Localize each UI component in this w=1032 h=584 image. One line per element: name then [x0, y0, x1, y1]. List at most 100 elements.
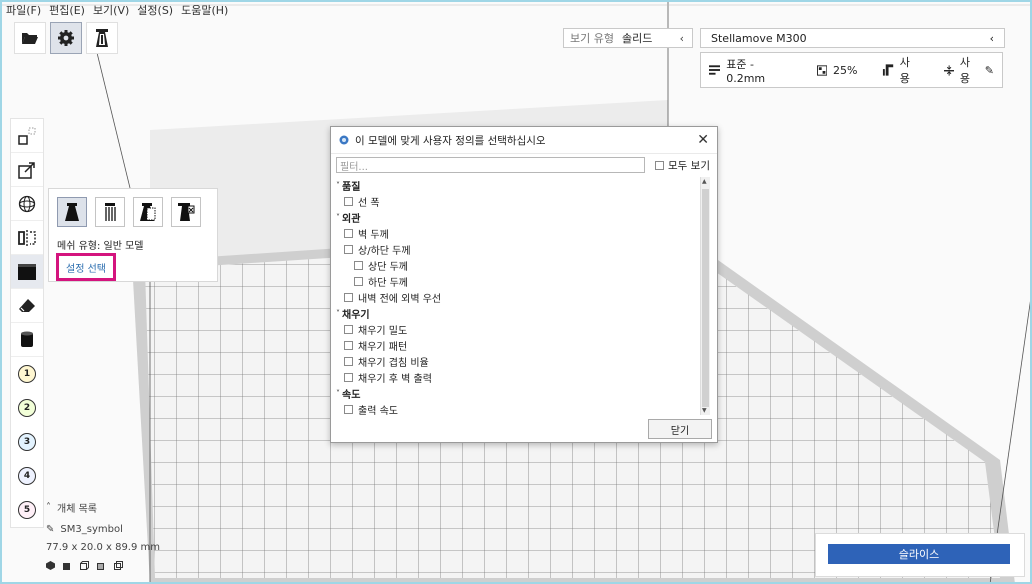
settings-category-label: 채우기: [342, 309, 370, 321]
printer-name: Stellamove M300: [711, 31, 807, 45]
setting-item[interactable]: 선 폭: [336, 193, 700, 209]
view-right-icon[interactable]: [114, 560, 123, 570]
setting-checkbox[interactable]: [344, 292, 353, 302]
show-all-check[interactable]: [655, 161, 664, 170]
scrollbar-thumb[interactable]: [702, 189, 709, 407]
setting-item[interactable]: 출력 속도: [336, 401, 700, 415]
open-file-button[interactable]: [14, 22, 46, 54]
setting-checkbox[interactable]: [344, 324, 353, 334]
rotate-icon: [18, 195, 36, 212]
menu-settings[interactable]: 설정(S): [137, 2, 173, 18]
setting-item-label: 하단 두께: [368, 277, 408, 289]
settings-category[interactable]: ˅ 속도: [336, 385, 700, 401]
chevron-left-icon: ‹: [679, 31, 684, 45]
support-blocker-tool[interactable]: [11, 289, 43, 323]
setting-checkbox[interactable]: [354, 276, 363, 286]
rotate-tool[interactable]: [11, 187, 43, 221]
mesh-type-overlap-button[interactable]: [133, 197, 163, 227]
menu-help[interactable]: 도움말(H): [181, 2, 228, 18]
setting-checkbox[interactable]: [344, 372, 353, 382]
setting-checkbox[interactable]: [344, 356, 353, 366]
chevron-up-icon: ˄: [46, 501, 51, 513]
show-all-checkbox[interactable]: 모두 보기: [655, 158, 710, 173]
setting-checkbox[interactable]: [344, 404, 353, 414]
menu-file[interactable]: 파일(F): [6, 2, 41, 18]
mesh-type-anti-overhang-button[interactable]: [171, 197, 201, 227]
quality-value: 표준 - 0.2mm: [726, 57, 766, 85]
scroll-down-icon[interactable]: ▼: [702, 407, 707, 414]
setting-item[interactable]: 상/하단 두께: [336, 241, 700, 257]
filter-input[interactable]: 필터...: [336, 157, 645, 173]
mesh-type-support-button[interactable]: [95, 197, 125, 227]
setting-item-label: 채우기 패턴: [358, 341, 408, 353]
view-front-icon[interactable]: [63, 561, 72, 570]
menu-edit[interactable]: 편집(E): [49, 2, 85, 18]
setting-checkbox[interactable]: [344, 244, 353, 254]
setting-item-label: 내벽 전에 외벽 우선: [358, 293, 442, 305]
view-top-icon[interactable]: [80, 560, 89, 570]
setting-item[interactable]: 상단 두께: [336, 257, 700, 273]
extruder-5-label: 5: [18, 501, 36, 519]
cylinder-tool[interactable]: [11, 323, 43, 357]
view-type-label: 보기 유형: [570, 32, 614, 45]
dialog-title-bar: 이 모델에 맞게 사용자 정의를 선택하십시오 ✕: [331, 127, 717, 154]
view-type-value: 솔리드: [621, 32, 653, 45]
dialog-title: 이 모델에 맞게 사용자 정의를 선택하십시오: [355, 134, 546, 147]
pencil-icon[interactable]: ✎: [985, 64, 994, 77]
view-type-dropdown[interactable]: 보기 유형 솔리드 ‹: [563, 28, 693, 48]
object-list-toggle[interactable]: ˄ 개체 목록: [46, 498, 166, 516]
slice-button[interactable]: 슬라이스: [828, 544, 1010, 564]
setting-checkbox[interactable]: [344, 340, 353, 350]
setting-item-label: 상/하단 두께: [358, 245, 411, 257]
select-settings-link[interactable]: 설정 선택: [56, 253, 116, 281]
menu-view[interactable]: 보기(V): [93, 2, 129, 18]
printer-selector[interactable]: Stellamove M300 ‹: [700, 28, 1005, 48]
mirror-tool[interactable]: [11, 221, 43, 255]
setting-item[interactable]: 하단 두께: [336, 273, 700, 289]
scroll-up-icon[interactable]: ▲: [702, 178, 707, 185]
setting-item-label: 벽 두께: [358, 229, 389, 241]
settings-scrollbar[interactable]: ▲ ▼: [700, 177, 710, 415]
setting-item[interactable]: 내벽 전에 외벽 우선: [336, 289, 700, 305]
extruder-3-label: 3: [18, 433, 36, 451]
settings-category[interactable]: ˅ 품질: [336, 177, 700, 193]
extruder-4[interactable]: 4: [11, 459, 43, 493]
setting-item[interactable]: 채우기 패턴: [336, 337, 700, 353]
setting-checkbox[interactable]: [354, 260, 363, 270]
pencil-icon[interactable]: ✎: [46, 524, 54, 535]
extruder-4-label: 4: [18, 467, 36, 485]
setting-item[interactable]: 채우기 밀도: [336, 321, 700, 337]
print-profile-summary[interactable]: 표준 - 0.2mm 25% 사용 사용 ✎: [700, 52, 1003, 88]
chevron-down-icon: ˅: [336, 388, 340, 398]
mesh-type-normal-button[interactable]: [57, 197, 87, 227]
extruder-1[interactable]: 1: [11, 357, 43, 391]
close-button[interactable]: 닫기: [648, 419, 712, 439]
setting-checkbox[interactable]: [344, 228, 353, 238]
chevron-left-icon: ‹: [989, 31, 994, 45]
print-settings-button[interactable]: [86, 22, 118, 54]
close-icon[interactable]: ✕: [697, 132, 709, 148]
eraser-icon: [19, 298, 35, 312]
show-all-label: 모두 보기: [668, 160, 710, 172]
extruder-3[interactable]: 3: [11, 425, 43, 459]
setting-item[interactable]: 채우기 후 벽 출력: [336, 369, 700, 385]
mesh-type-text: 메쉬 유형: 일반 모델: [57, 241, 144, 252]
scale-tool[interactable]: [11, 153, 43, 187]
extruder-5[interactable]: 5: [11, 493, 43, 527]
settings-category[interactable]: ˅ 채우기: [336, 305, 700, 321]
per-model-settings-tool[interactable]: [11, 255, 43, 289]
object-list-title: 개체 목록: [57, 503, 97, 515]
setting-item[interactable]: 벽 두께: [336, 225, 700, 241]
setting-item[interactable]: 채우기 겹침 비율: [336, 353, 700, 369]
setting-item-label: 선 폭: [358, 197, 380, 209]
settings-button[interactable]: [50, 22, 82, 54]
move-tool[interactable]: [11, 119, 43, 153]
extruder-2[interactable]: 2: [11, 391, 43, 425]
normal-model-icon: [65, 203, 79, 221]
view-left-icon[interactable]: [97, 561, 106, 570]
view-3d-icon[interactable]: [46, 560, 55, 570]
setting-checkbox[interactable]: [344, 196, 353, 206]
settings-category[interactable]: ˅ 외관: [336, 209, 700, 225]
cylinder-icon: [21, 331, 33, 347]
settings-category-label: 외관: [342, 213, 361, 225]
